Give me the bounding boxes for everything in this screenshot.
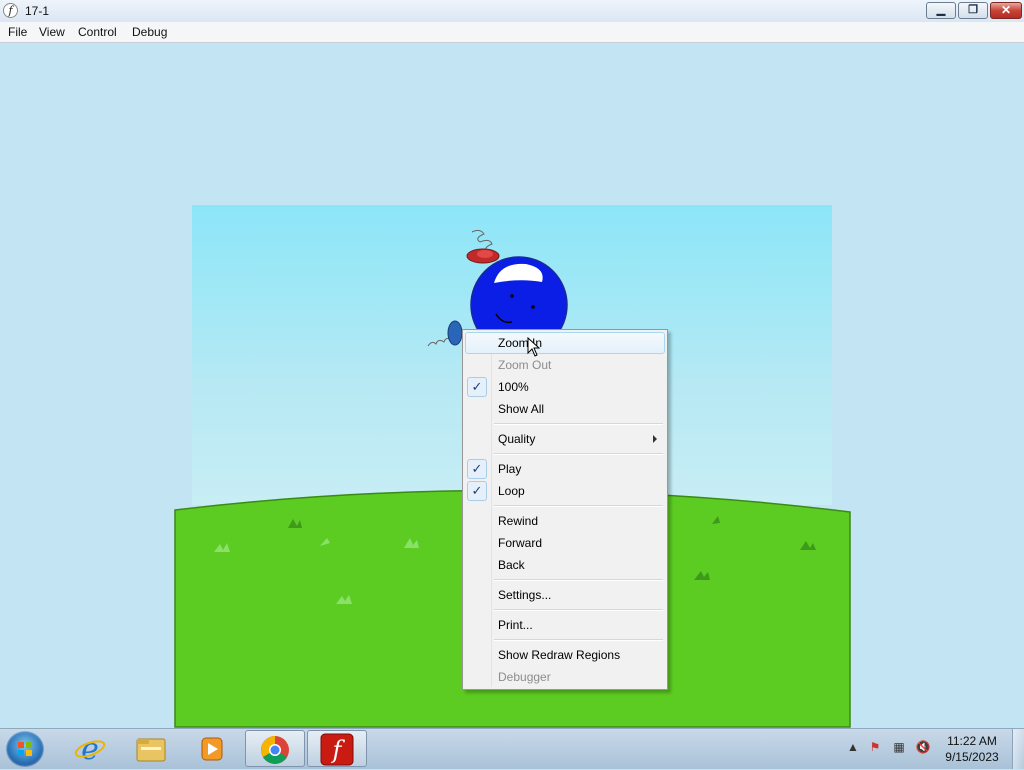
windows-explorer-icon xyxy=(136,738,166,762)
menu-item-print[interactable]: Print... xyxy=(465,614,665,636)
action-center-flag-icon[interactable]: ⚑ xyxy=(867,739,883,755)
menu-item-play[interactable]: ✓ Play xyxy=(465,458,665,480)
menu-item-label: Show Redraw Regions xyxy=(498,648,621,662)
taskbar-chrome[interactable] xyxy=(245,730,305,767)
taskbar-windows-explorer[interactable] xyxy=(121,730,181,767)
clock-time: 11:22 AM xyxy=(947,734,997,748)
menu-item-forward[interactable]: Forward xyxy=(465,532,665,554)
menu-separator xyxy=(494,505,663,507)
menu-item-show-all[interactable]: Show All xyxy=(465,398,665,420)
taskbar-flash-player[interactable]: f xyxy=(307,730,367,767)
chrome-icon xyxy=(261,736,289,764)
menu-separator xyxy=(494,453,663,455)
menu-item-zoom-in[interactable]: Zoom In xyxy=(465,332,665,354)
menu-item-label: Zoom Out xyxy=(498,358,552,372)
menu-item-label: Show All xyxy=(498,402,545,416)
menu-item-label: Loop xyxy=(498,484,525,498)
show-desktop-button[interactable] xyxy=(1012,729,1024,769)
menu-separator xyxy=(494,423,663,425)
submenu-arrow-icon xyxy=(653,435,657,443)
menu-item-back[interactable]: Back xyxy=(465,554,665,576)
menu-item-label: Forward xyxy=(498,536,543,550)
volume-muted-icon[interactable]: 🔇 xyxy=(915,739,931,755)
menu-item-rewind[interactable]: Rewind xyxy=(465,510,665,532)
taskbar-internet-explorer[interactable]: e xyxy=(60,730,120,767)
mouse-cursor-icon xyxy=(527,337,541,357)
menu-item-label: Quality xyxy=(498,432,536,446)
menu-item-zoom-out: Zoom Out xyxy=(465,354,665,376)
red-spring-propeller xyxy=(466,229,500,264)
clock-date: 9/15/2023 xyxy=(945,750,999,764)
menu-item-label: Print... xyxy=(498,618,533,632)
menu-item-label: Settings... xyxy=(498,588,552,602)
menu-item-quality[interactable]: Quality xyxy=(465,428,665,450)
start-button[interactable] xyxy=(6,731,44,767)
menu-item-loop[interactable]: ✓ Loop xyxy=(465,480,665,502)
svg-text:e: e xyxy=(81,732,99,767)
menu-separator xyxy=(494,579,663,581)
system-clock[interactable]: 11:22 AM 9/15/2023 xyxy=(940,733,1004,765)
menu-item-show-redraw-regions[interactable]: Show Redraw Regions xyxy=(465,644,665,666)
menu-item-debugger: Debugger xyxy=(465,666,665,688)
flash-player-icon: f xyxy=(320,733,354,766)
menu-item-label: Debugger xyxy=(498,670,551,684)
media-player-icon xyxy=(201,737,223,761)
menu-item-label: 100% xyxy=(498,380,529,394)
menu-item-settings[interactable]: Settings... xyxy=(465,584,665,606)
taskbar-media-player[interactable] xyxy=(182,730,242,767)
checkmark-icon: ✓ xyxy=(467,377,487,397)
menu-item-100-percent[interactable]: ✓ 100% xyxy=(465,376,665,398)
taskbar: e f ▲ ⚑ ▦ 🔇 11:22 AM 9/15/2023 xyxy=(0,728,1024,769)
network-icon[interactable]: ▦ xyxy=(891,739,907,755)
menu-separator xyxy=(494,639,663,641)
show-hidden-icons-icon[interactable]: ▲ xyxy=(845,739,861,755)
internet-explorer-icon: e xyxy=(74,732,106,767)
context-menu: Zoom In Zoom Out ✓ 100% Show All Quality… xyxy=(462,329,668,690)
blue-spring-propeller xyxy=(427,320,463,347)
menu-separator xyxy=(494,609,663,611)
menu-item-label: Play xyxy=(498,462,522,476)
menu-item-label: Back xyxy=(498,558,525,572)
checkmark-icon: ✓ xyxy=(467,459,487,479)
menu-item-label: Rewind xyxy=(498,514,539,528)
checkmark-icon: ✓ xyxy=(467,481,487,501)
windows-logo-icon xyxy=(18,742,32,756)
